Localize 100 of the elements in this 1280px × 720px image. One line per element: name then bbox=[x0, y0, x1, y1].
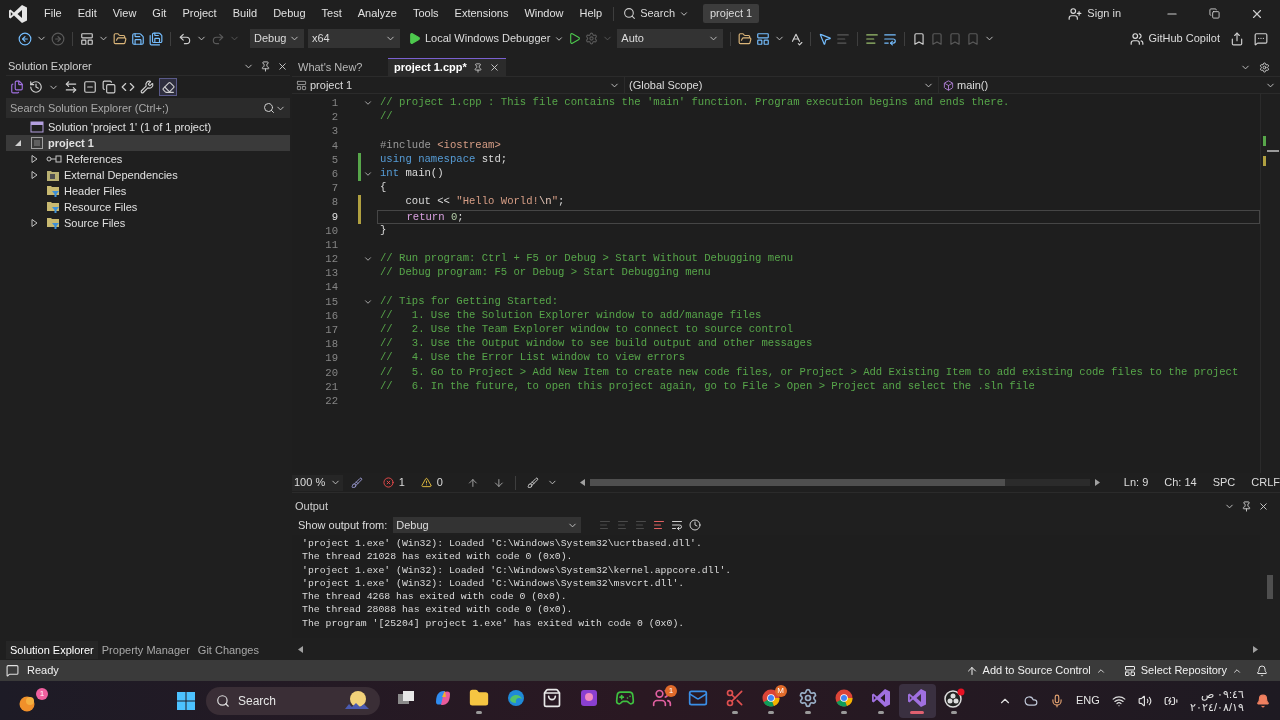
menu-item[interactable]: Debug bbox=[265, 2, 314, 25]
panel-tab[interactable]: Solution Explorer bbox=[6, 641, 98, 659]
pin-icon[interactable] bbox=[1241, 500, 1252, 512]
cloud-icon[interactable] bbox=[1024, 693, 1039, 708]
menu-item[interactable]: Window bbox=[516, 2, 572, 25]
next-icon[interactable] bbox=[492, 476, 505, 489]
menu-item[interactable]: Project bbox=[174, 2, 225, 25]
menu-item[interactable]: Analyze bbox=[349, 2, 405, 25]
warnings-button[interactable]: 0 bbox=[420, 474, 443, 491]
pin-icon[interactable] bbox=[260, 61, 271, 72]
bell-icon[interactable] bbox=[1256, 693, 1270, 708]
line-indicator[interactable]: Ln: 9 bbox=[1123, 474, 1149, 491]
open-folder-icon[interactable] bbox=[113, 31, 127, 46]
tree-item[interactable]: Header Files bbox=[6, 183, 290, 199]
menu-item[interactable]: Build bbox=[224, 2, 266, 25]
sign-in-button[interactable]: Sign in bbox=[1068, 5, 1121, 22]
scroll-left-icon[interactable] bbox=[298, 645, 304, 653]
line-ending-indicator[interactable]: CRLF bbox=[1251, 474, 1280, 491]
clock-time[interactable]: ٠٩:٤٦ ص bbox=[1200, 687, 1244, 701]
errors-button[interactable]: 1 bbox=[382, 474, 405, 491]
start-without-debugging-icon[interactable] bbox=[568, 32, 582, 45]
notifications-icon[interactable] bbox=[6, 664, 19, 677]
bell-icon[interactable] bbox=[1256, 664, 1268, 677]
logo-icon[interactable] bbox=[8, 3, 28, 24]
comment-icon[interactable] bbox=[865, 31, 880, 46]
spell-check-icon[interactable] bbox=[789, 31, 804, 46]
language-indicator[interactable]: ENG bbox=[1076, 692, 1100, 709]
back-icon[interactable] bbox=[18, 31, 32, 46]
uncomment-icon[interactable] bbox=[883, 31, 898, 46]
menu-item[interactable]: Extensions bbox=[446, 2, 517, 25]
history-icon[interactable] bbox=[29, 80, 43, 94]
column-indicator[interactable]: Ch: 14 bbox=[1164, 474, 1197, 491]
tree-item[interactable]: Resource Files bbox=[6, 199, 290, 215]
configuration-dropdown[interactable]: Debug bbox=[250, 29, 304, 48]
menu-item[interactable]: View bbox=[104, 2, 145, 25]
menu-item[interactable]: Test bbox=[313, 2, 350, 25]
save-all-icon[interactable] bbox=[149, 31, 163, 46]
share-icon[interactable] bbox=[1230, 31, 1244, 46]
start-debugging-button[interactable]: Local Windows Debugger bbox=[408, 30, 565, 47]
menu-item[interactable]: Git bbox=[144, 2, 175, 25]
code-icon[interactable] bbox=[121, 80, 135, 94]
clock-date[interactable]: ٢٠٢٤/٠٨/١٩ bbox=[1189, 700, 1244, 714]
new-item-icon[interactable] bbox=[80, 31, 94, 46]
show-all-files-icon[interactable] bbox=[102, 80, 116, 94]
sync-icon[interactable] bbox=[64, 80, 78, 94]
zoom-dropdown[interactable]: 100 % bbox=[292, 474, 343, 491]
source-control-button[interactable]: Add to Source Control bbox=[965, 662, 1106, 679]
search-field[interactable]: Search Solution Explorer (Ctrl+;) bbox=[6, 98, 290, 118]
pin-icon[interactable] bbox=[472, 62, 483, 73]
word-wrap-icon[interactable] bbox=[671, 519, 684, 531]
panel-tab[interactable]: Property Manager bbox=[97, 641, 194, 659]
menu-item[interactable]: File bbox=[36, 2, 70, 25]
menu-item[interactable]: Edit bbox=[69, 2, 105, 25]
indent-indicator[interactable]: SPC bbox=[1212, 474, 1236, 491]
scroll-left-icon[interactable] bbox=[579, 479, 586, 486]
target-dropdown[interactable]: Auto bbox=[617, 29, 724, 48]
horizontal-scrollbar[interactable] bbox=[577, 476, 1102, 489]
document-tab[interactable]: What's New? bbox=[292, 58, 388, 76]
tree-item[interactable]: Solution 'project 1' (1 of 1 project) bbox=[6, 119, 290, 135]
taskbar-search-field[interactable]: Search bbox=[206, 686, 380, 715]
scroll-right-icon[interactable] bbox=[1093, 479, 1100, 486]
clear-all-icon[interactable] bbox=[653, 519, 666, 531]
pointer-icon[interactable] bbox=[818, 31, 833, 46]
copilot-button[interactable]: GitHub Copilot bbox=[1130, 30, 1220, 47]
windows-logo-icon[interactable] bbox=[176, 690, 196, 711]
platform-dropdown[interactable]: x64 bbox=[308, 29, 400, 48]
restore-icon[interactable] bbox=[1209, 8, 1220, 19]
volume-icon[interactable] bbox=[1137, 693, 1152, 708]
folder-search-icon[interactable] bbox=[738, 31, 753, 46]
member-dropdown[interactable]: main() bbox=[938, 77, 1280, 93]
preview-toggle[interactable] bbox=[159, 78, 177, 96]
switch-views-icon[interactable] bbox=[10, 80, 24, 94]
wifi-icon[interactable] bbox=[1111, 693, 1126, 708]
panel-tab[interactable]: Git Changes bbox=[193, 641, 263, 659]
feedback-icon[interactable] bbox=[1254, 31, 1268, 46]
close-icon[interactable] bbox=[277, 61, 288, 72]
output-source-dropdown[interactable]: Debug bbox=[393, 517, 582, 533]
collapse-all-icon[interactable] bbox=[83, 80, 97, 94]
tree-item[interactable]: External Dependencies bbox=[6, 167, 290, 183]
search-button[interactable]: Search bbox=[617, 2, 695, 25]
vertical-scrollbar[interactable] bbox=[1260, 94, 1280, 473]
tree-item[interactable]: Source Files bbox=[6, 215, 290, 231]
close-icon[interactable] bbox=[1258, 500, 1269, 512]
previous-icon[interactable] bbox=[466, 476, 479, 489]
menu-item[interactable]: Help bbox=[571, 2, 611, 25]
properties-icon[interactable] bbox=[140, 80, 154, 94]
menu-item[interactable]: Tools bbox=[404, 2, 447, 25]
repository-button[interactable]: Select Repository bbox=[1123, 662, 1242, 679]
timestamp-icon[interactable] bbox=[689, 519, 702, 531]
scope-dropdown[interactable]: (Global Scope) bbox=[624, 77, 938, 93]
redo-icon[interactable] bbox=[211, 31, 225, 46]
microphone-icon[interactable] bbox=[1050, 693, 1065, 708]
document-tab[interactable]: project 1.cpp* bbox=[388, 58, 506, 76]
tree-item[interactable]: project 1 bbox=[6, 135, 290, 151]
window-icon[interactable] bbox=[756, 31, 771, 46]
project-dropdown[interactable]: project 1 bbox=[292, 77, 624, 93]
bookmark-icon[interactable] bbox=[912, 31, 927, 46]
undo-icon[interactable] bbox=[178, 31, 192, 46]
close-icon[interactable] bbox=[488, 62, 500, 73]
cleanup-icon[interactable] bbox=[527, 476, 540, 489]
